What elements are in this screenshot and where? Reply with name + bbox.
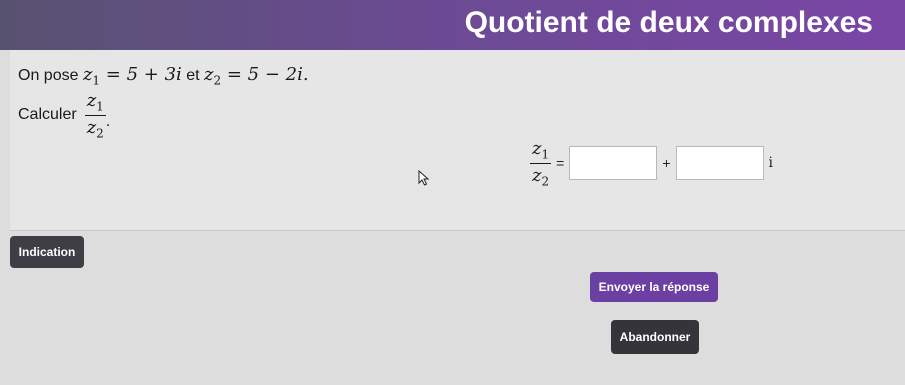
real-part-input[interactable]	[569, 146, 658, 181]
hint-button[interactable]: Indication	[10, 236, 84, 268]
submit-answer-button[interactable]: Envoyer la réponse	[590, 272, 718, 302]
quotient-fraction: z1 z2	[84, 90, 106, 141]
mouse-pointer-icon	[418, 170, 430, 186]
z1-definition: z1 = 5 + 3i	[82, 64, 182, 88]
equals-sign: =	[556, 155, 565, 172]
problem-panel: On pose z1 = 5 + 3i et z2 = 5 − 2i. Calc…	[10, 50, 905, 231]
problem-statement: On pose z1 = 5 + 3i et z2 = 5 − 2i.	[18, 64, 309, 88]
plus-sign: +	[662, 155, 671, 172]
answer-row: z1 z2 = + i	[530, 138, 778, 188]
header-bar: Quotient de deux complexes	[0, 0, 905, 50]
question-statement: Calculer z1 z2 .	[18, 90, 110, 140]
imaginary-part-input[interactable]	[675, 146, 764, 181]
abandon-button[interactable]: Abandonner	[611, 320, 699, 354]
imaginary-unit: i	[768, 155, 773, 172]
page-title: Quotient de deux complexes	[464, 6, 873, 39]
ask-text: Calculer	[18, 106, 77, 124]
intro-text: On pose	[18, 67, 79, 84]
conjunction-text: et	[186, 67, 200, 84]
period-text: .	[105, 113, 111, 131]
z2-definition: z2 = 5 − 2i.	[204, 64, 309, 88]
answer-fraction: z1 z2	[530, 138, 552, 189]
